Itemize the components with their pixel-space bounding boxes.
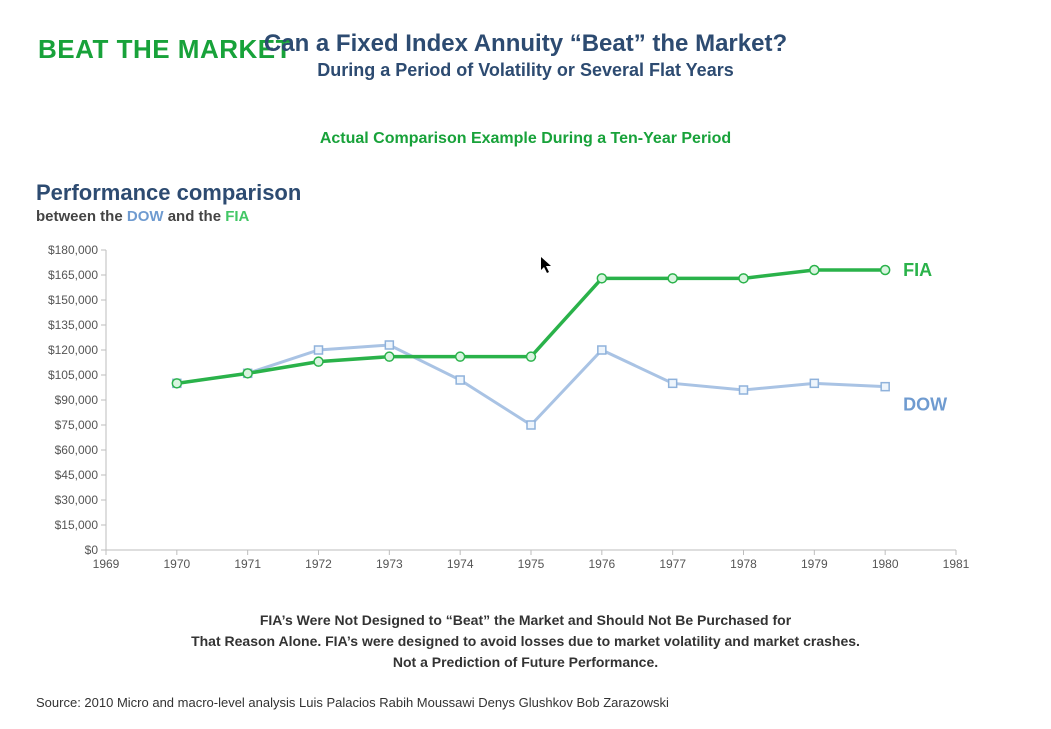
disclaimer-text: FIA’s Were Not Designed to “Beat” the Ma… bbox=[0, 610, 1051, 673]
example-caption: Actual Comparison Example During a Ten-Y… bbox=[0, 130, 1051, 148]
svg-text:$0: $0 bbox=[85, 543, 99, 557]
chart-subtitle-fia: FIA bbox=[225, 208, 249, 225]
svg-text:$150,000: $150,000 bbox=[48, 293, 98, 307]
page-title: Can a Fixed Index Annuity “Beat” the Mar… bbox=[0, 30, 1051, 58]
performance-chart: $0 $15,000 $30,000 $45,000 $60,000 $75,000 $90… bbox=[36, 240, 1016, 580]
svg-text:1975: 1975 bbox=[518, 557, 545, 571]
svg-text:$15,000: $15,000 bbox=[55, 518, 99, 532]
svg-text:1980: 1980 bbox=[872, 557, 899, 571]
disclaimer-line1: FIA’s Were Not Designed to “Beat” the Ma… bbox=[0, 610, 1051, 631]
svg-text:$180,000: $180,000 bbox=[48, 243, 98, 257]
chart-subtitle-dow: DOW bbox=[127, 208, 164, 225]
svg-text:1978: 1978 bbox=[730, 557, 757, 571]
source-citation: Source: 2010 Micro and macro-level analy… bbox=[36, 695, 669, 710]
svg-text:1972: 1972 bbox=[305, 557, 332, 571]
svg-text:FIA: FIA bbox=[903, 260, 932, 280]
svg-text:1971: 1971 bbox=[234, 557, 261, 571]
svg-text:$30,000: $30,000 bbox=[55, 493, 99, 507]
svg-text:1979: 1979 bbox=[801, 557, 828, 571]
svg-text:$45,000: $45,000 bbox=[55, 468, 99, 482]
chart-title: Performance comparison bbox=[36, 180, 301, 206]
svg-text:$135,000: $135,000 bbox=[48, 318, 98, 332]
svg-text:DOW: DOW bbox=[903, 395, 947, 415]
chart-subtitle: between the DOW and the FIA bbox=[36, 208, 249, 225]
svg-text:$105,000: $105,000 bbox=[48, 368, 98, 382]
svg-text:$120,000: $120,000 bbox=[48, 343, 98, 357]
svg-text:$60,000: $60,000 bbox=[55, 443, 99, 457]
page-subtitle: During a Period of Volatility or Several… bbox=[0, 60, 1051, 81]
svg-text:1976: 1976 bbox=[588, 557, 615, 571]
svg-text:$90,000: $90,000 bbox=[55, 393, 99, 407]
svg-text:1973: 1973 bbox=[376, 557, 403, 571]
svg-text:$165,000: $165,000 bbox=[48, 268, 98, 282]
svg-text:1970: 1970 bbox=[163, 557, 190, 571]
svg-text:$75,000: $75,000 bbox=[55, 418, 99, 432]
disclaimer-line3: Not a Prediction of Future Performance. bbox=[0, 652, 1051, 673]
disclaimer-line2: That Reason Alone. FIA’s were designed t… bbox=[0, 631, 1051, 652]
svg-text:1977: 1977 bbox=[659, 557, 686, 571]
chart-subtitle-prefix: between the bbox=[36, 208, 127, 225]
chart-subtitle-middle: and the bbox=[168, 208, 226, 225]
svg-text:1969: 1969 bbox=[93, 557, 120, 571]
svg-text:1981: 1981 bbox=[943, 557, 970, 571]
svg-text:1974: 1974 bbox=[447, 557, 474, 571]
